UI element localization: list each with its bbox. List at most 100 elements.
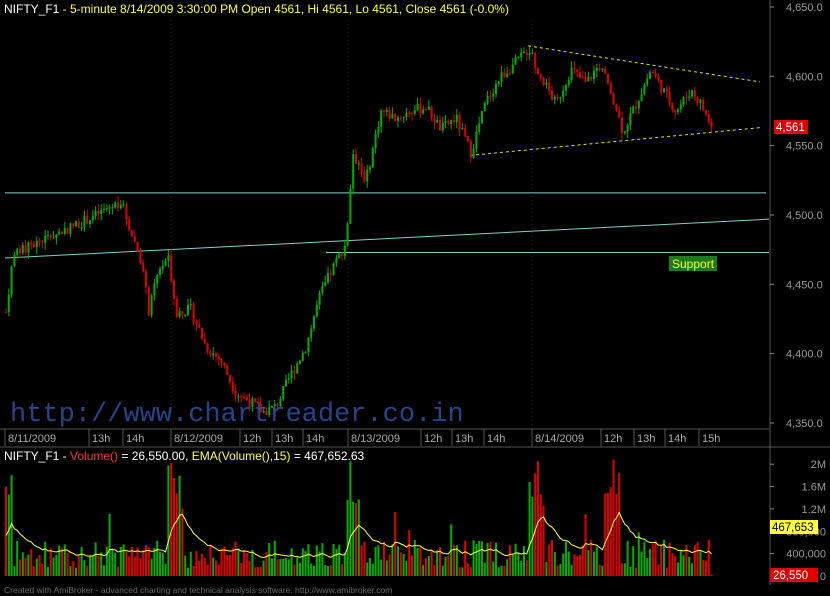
volume-bar — [492, 561, 495, 576]
candle-body — [677, 109, 679, 113]
candle-body — [444, 120, 447, 123]
volume-bar — [567, 551, 570, 576]
candle-body — [408, 112, 411, 114]
candle-body — [209, 352, 212, 356]
candle-body — [635, 106, 637, 109]
candle-body — [52, 237, 55, 239]
candle-body — [287, 378, 290, 380]
volume-bar — [369, 558, 371, 576]
candle-body — [528, 53, 531, 55]
candle-body — [299, 360, 301, 364]
candle-body — [223, 362, 226, 366]
volume-bar — [422, 564, 425, 576]
candle-body — [349, 188, 352, 224]
candle-body — [341, 253, 343, 256]
candle-body — [503, 72, 506, 78]
candle-body — [654, 73, 657, 76]
candle-body — [175, 298, 178, 317]
candle-body — [184, 314, 187, 316]
candle-body — [24, 245, 27, 253]
volume-bar — [478, 541, 481, 576]
candle-body — [72, 223, 75, 226]
last-price-label: 4,561 — [776, 122, 805, 134]
candle-body — [380, 110, 383, 128]
volume-bar — [402, 553, 405, 576]
volume-bar — [41, 563, 44, 576]
candle-body — [517, 57, 520, 59]
volume-bar — [623, 563, 626, 576]
ema-value: = 467,652.63 — [290, 449, 364, 463]
candle-body — [187, 304, 189, 315]
volume-bar — [408, 530, 411, 576]
volume-bar — [271, 558, 273, 576]
price-tick-label: 4,550.0 — [786, 141, 823, 153]
candle-body — [16, 248, 19, 256]
volume-bar — [229, 555, 231, 576]
volume-header: NIFTY_F1 - Volume() = 26,550.00, EMA(Vol… — [4, 449, 365, 463]
volume-bar — [94, 542, 97, 576]
candle-body — [136, 241, 139, 252]
volume-bar — [16, 540, 19, 576]
candle-body — [21, 245, 24, 254]
candle-body — [534, 52, 537, 69]
candle-body — [411, 113, 413, 115]
volume-bar — [83, 560, 86, 576]
candle-body — [497, 81, 500, 84]
volume-bar — [237, 548, 240, 576]
candle-body — [632, 106, 635, 114]
candle-body — [114, 202, 117, 208]
volume-bar — [458, 567, 461, 576]
candle-body — [623, 131, 626, 134]
candle-body — [19, 248, 21, 254]
volume-bar — [366, 562, 369, 576]
volume-bar — [447, 555, 450, 576]
candle-body — [693, 90, 696, 98]
volume-bar — [539, 494, 542, 576]
candle-body — [301, 352, 304, 361]
candle-body — [307, 337, 310, 353]
candle-body — [63, 228, 66, 234]
volume-bar — [206, 564, 209, 576]
volume-bar — [517, 553, 520, 576]
candle-body — [416, 103, 419, 111]
volume-bar — [268, 542, 271, 576]
candle-body — [293, 370, 296, 374]
candle-body — [89, 220, 91, 224]
candle-body — [100, 209, 103, 215]
volume-bar — [133, 556, 136, 576]
candle-body — [13, 255, 16, 266]
candle-body — [315, 304, 318, 317]
candle-body — [366, 169, 369, 182]
volume-bar — [215, 560, 217, 576]
volume-tick-label: 1.2M — [802, 504, 826, 516]
candle-body — [399, 117, 402, 119]
candle-body — [201, 327, 203, 339]
candle-body — [142, 262, 145, 272]
candle-body — [385, 110, 388, 112]
candle-body — [567, 79, 570, 86]
volume-bar — [321, 543, 324, 576]
candle-body — [455, 114, 458, 123]
candle-body — [234, 391, 237, 397]
volume-bar — [495, 542, 497, 576]
time-tick-label: 14h — [126, 433, 144, 445]
candle-body — [75, 221, 77, 226]
volume-bar — [388, 554, 391, 576]
candle-body — [35, 240, 38, 248]
volume-bar — [612, 459, 615, 576]
candle-body — [181, 311, 184, 316]
volume-bar — [164, 563, 167, 576]
candle-body — [469, 141, 472, 158]
volume-bar — [649, 548, 651, 576]
volume-bar — [514, 543, 517, 576]
volume-bar — [360, 545, 363, 576]
volume-bar — [523, 545, 525, 576]
volume-bar — [49, 548, 52, 576]
volume-bar — [313, 565, 315, 576]
volume-bar — [469, 567, 472, 576]
candle-body — [458, 114, 461, 130]
volume-bar — [338, 544, 341, 576]
candle-body — [646, 78, 649, 85]
candle-body — [425, 109, 427, 111]
candle-body — [164, 260, 167, 266]
